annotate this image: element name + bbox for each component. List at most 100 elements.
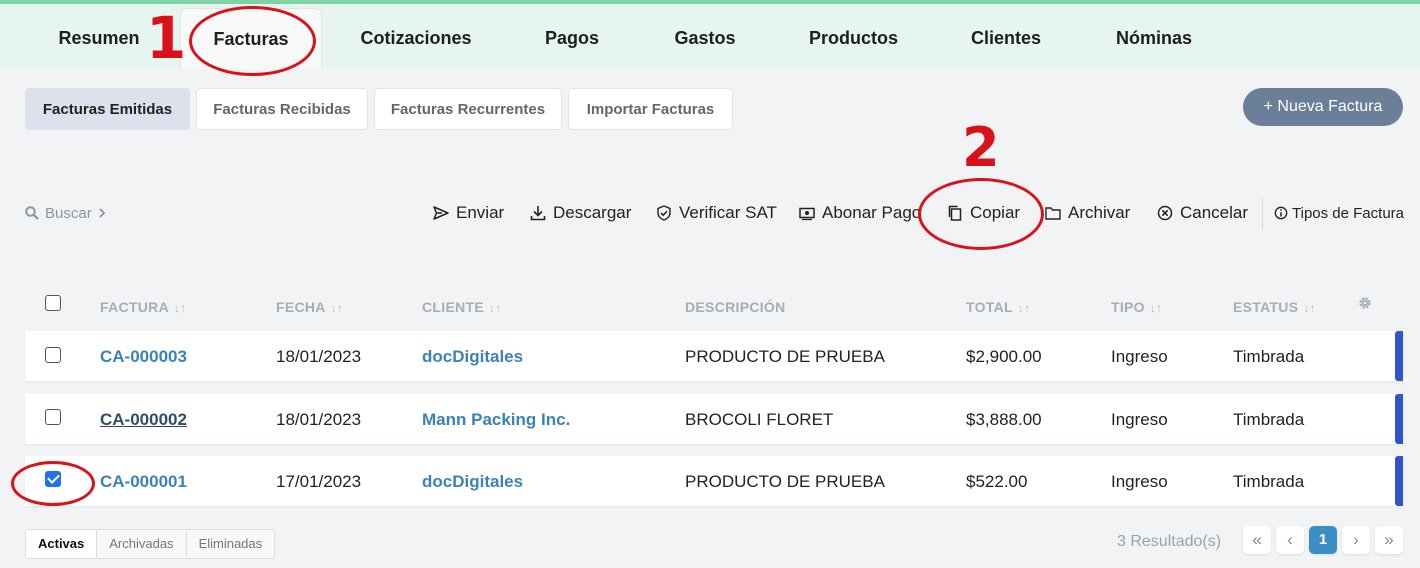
description-cell: BROCOLI FLORET [685, 410, 834, 429]
cancel-label: Cancelar [1180, 203, 1249, 222]
description-cell: PRODUCTO DE PRUEBA [685, 347, 885, 366]
col-factura[interactable]: FACTURA ↓↑ [100, 299, 187, 315]
nav-tab-productos[interactable]: Productos [800, 8, 907, 68]
first-page-button[interactable]: « [1243, 526, 1271, 554]
download-label: Descargar [553, 203, 632, 222]
copy-icon [948, 205, 962, 221]
type-cell: Ingreso [1111, 472, 1168, 491]
nav-tab-facturas[interactable]: Facturas [180, 8, 322, 69]
archive-button[interactable]: Archivar [1045, 200, 1130, 226]
new-invoice-label: Nueva Factura [1277, 98, 1383, 115]
table-row[interactable]: CA-000003 18/01/2023 docDigitales PRODUC… [25, 331, 1403, 381]
new-invoice-button[interactable]: + Nueva Factura [1243, 88, 1403, 126]
send-button[interactable]: Enviar [433, 200, 504, 226]
sort-icon: ↓↑ [489, 301, 502, 315]
payment-icon [799, 207, 815, 221]
apply-payment-label: Abonar Pago [822, 203, 922, 222]
col-total-label: TOTAL [966, 299, 1013, 315]
download-button[interactable]: Descargar [530, 200, 631, 226]
subtab-importar-facturas[interactable]: Importar Facturas [568, 88, 733, 130]
last-page-button[interactable]: » [1375, 526, 1403, 554]
type-cell: Ingreso [1111, 410, 1168, 429]
row-status-edge [1395, 331, 1403, 381]
client-link[interactable]: docDigitales [422, 472, 523, 492]
copy-button[interactable]: Copiar [947, 200, 1020, 226]
total-cell: $3,888.00 [966, 410, 1042, 429]
row-checkbox[interactable] [45, 409, 61, 425]
nav-tab-pagos[interactable]: Pagos [530, 8, 614, 68]
chevron-right-icon [99, 208, 105, 218]
type-cell: Ingreso [1111, 347, 1168, 366]
cancel-circle-icon [1157, 205, 1173, 221]
toolbar-divider [1262, 198, 1263, 230]
select-all-checkbox[interactable] [45, 295, 61, 311]
shield-check-icon [657, 205, 671, 221]
search-label: Buscar [45, 204, 92, 222]
col-tipo[interactable]: TIPO ↓↑ [1111, 299, 1162, 315]
send-icon [433, 206, 449, 220]
row-checkbox-checked[interactable] [45, 471, 61, 487]
table-row[interactable]: CA-000002 18/01/2023 Mann Packing Inc. B… [25, 394, 1403, 444]
table-row[interactable]: CA-000001 17/01/2023 docDigitales PRODUC… [25, 456, 1403, 506]
gear-icon[interactable] [1358, 296, 1372, 310]
sort-icon: ↓↑ [1149, 301, 1163, 315]
table-header: FACTURA ↓↑ FECHA ↓↑ CLIENTE ↓↑ DESCRIPCIÓN … [25, 290, 1403, 326]
row-status-edge [1395, 456, 1403, 506]
nav-tab-clientes[interactable]: Clientes [960, 8, 1052, 68]
status-cell: Timbrada [1233, 410, 1305, 429]
date-cell: 18/01/2023 [276, 347, 362, 366]
invoice-link[interactable]: CA-000001 [100, 472, 187, 492]
status-tab-activas[interactable]: Activas [26, 530, 98, 558]
nav-tab-gastos[interactable]: Gastos [660, 8, 750, 68]
col-fecha[interactable]: FECHA ↓↑ [276, 299, 343, 315]
nav-tab-nominas[interactable]: Nóminas [1105, 8, 1203, 68]
sort-icon: ↓↑ [173, 301, 187, 315]
status-tab-eliminadas[interactable]: Eliminadas [187, 530, 275, 558]
page-1-button[interactable]: 1 [1309, 526, 1337, 554]
date-cell: 18/01/2023 [276, 410, 362, 429]
top-navigation: Resumen Facturas Cotizaciones Pagos Gast… [0, 4, 1420, 69]
invoice-types-button[interactable]: Tipos de Factura [1274, 200, 1404, 226]
description-cell: PRODUCTO DE PRUEBA [685, 472, 885, 491]
col-total[interactable]: TOTAL ↓↑ [966, 299, 1030, 315]
status-tab-archivadas[interactable]: Archivadas [97, 530, 187, 558]
status-filter-tabs: Activas Archivadas Eliminadas [25, 529, 276, 559]
info-icon [1274, 206, 1288, 220]
send-label: Enviar [456, 203, 505, 222]
search-toggle[interactable]: Buscar [25, 203, 106, 223]
subtab-facturas-emitidas[interactable]: Facturas Emitidas [25, 88, 190, 130]
col-estatus[interactable]: ESTATUS ↓↑ [1233, 299, 1316, 315]
sort-icon: ↓↑ [1303, 301, 1316, 315]
results-count: 3 Resultado(s) [1117, 533, 1222, 550]
client-link[interactable]: Mann Packing Inc. [422, 410, 570, 430]
folder-icon [1045, 207, 1061, 220]
col-descripcion: DESCRIPCIÓN [685, 299, 786, 315]
subtab-facturas-recibidas[interactable]: Facturas Recibidas [196, 88, 368, 130]
archive-label: Archivar [1068, 203, 1131, 222]
sort-icon: ↓↑ [1017, 301, 1031, 315]
col-cliente[interactable]: CLIENTE ↓↑ [422, 299, 502, 315]
col-tipo-label: TIPO [1111, 299, 1145, 315]
annotation-step-2: 2 [962, 116, 1000, 179]
total-cell: $522.00 [966, 472, 1028, 491]
next-page-button[interactable]: › [1342, 526, 1370, 554]
col-cliente-label: CLIENTE [422, 299, 484, 315]
row-checkbox[interactable] [45, 347, 61, 363]
plus-icon: + [1263, 98, 1273, 115]
client-link[interactable]: docDigitales [422, 347, 523, 367]
nav-tab-resumen[interactable]: Resumen [40, 8, 158, 68]
apply-payment-button[interactable]: Abonar Pago [799, 200, 921, 226]
prev-page-button[interactable]: ‹ [1276, 526, 1304, 554]
download-icon [530, 206, 546, 221]
nav-tab-cotizaciones[interactable]: Cotizaciones [350, 8, 482, 68]
invoice-link[interactable]: CA-000003 [100, 347, 187, 367]
sort-icon: ↓↑ [330, 301, 344, 315]
cancel-button[interactable]: Cancelar [1157, 200, 1248, 226]
col-descripcion-label: DESCRIPCIÓN [685, 299, 786, 315]
subtab-facturas-recurrentes[interactable]: Facturas Recurrentes [374, 88, 562, 130]
total-cell: $2,900.00 [966, 347, 1042, 366]
invoice-link[interactable]: CA-000002 [100, 410, 187, 430]
invoice-types-label: Tipos de Factura [1292, 204, 1404, 222]
verify-sat-button[interactable]: Verificar SAT [656, 200, 777, 226]
copy-label: Copiar [970, 203, 1021, 222]
